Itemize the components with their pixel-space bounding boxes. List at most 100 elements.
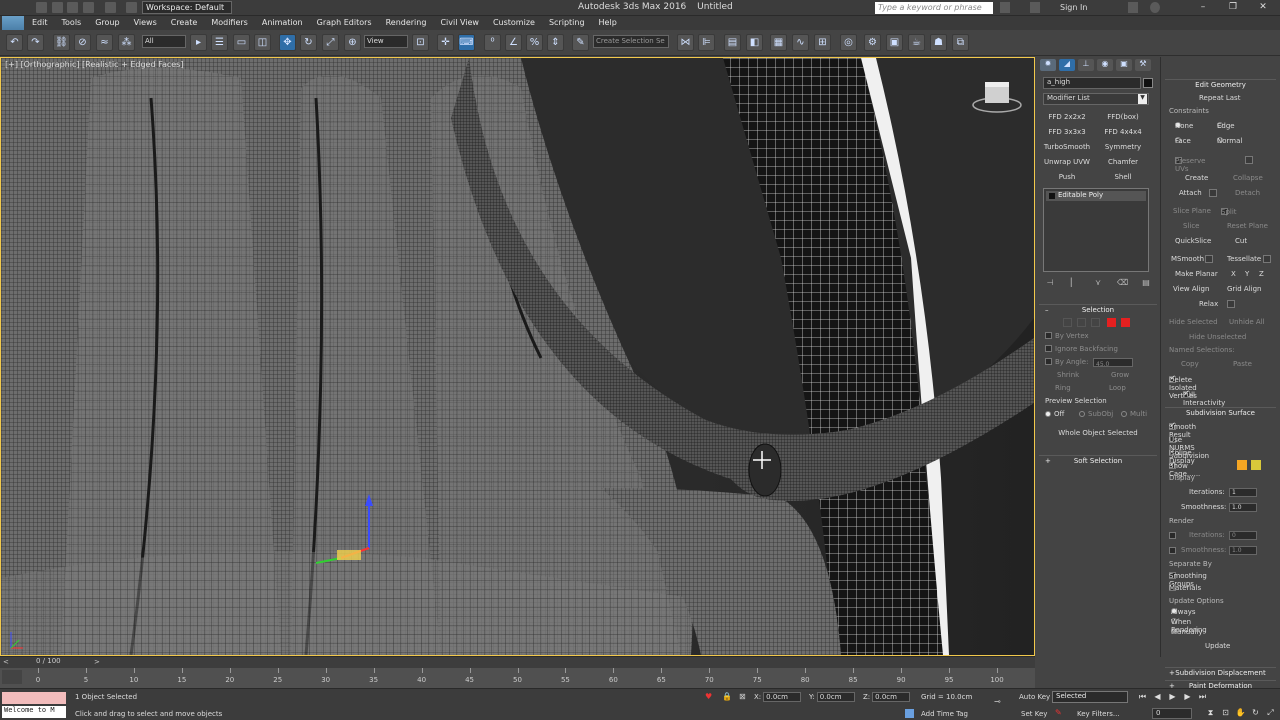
ignore-backfacing-checkbox[interactable]: Ignore Backfacing	[1045, 344, 1151, 355]
open-file-icon[interactable]	[52, 2, 63, 13]
time-slider-next-icon[interactable]: >	[94, 658, 102, 667]
viewport-scene[interactable]	[1, 58, 1034, 655]
select-and-rotate-icon[interactable]: ↻	[300, 34, 317, 51]
maxscript-listener-mini[interactable]	[2, 692, 66, 704]
planar-y-button[interactable]: Y	[1245, 270, 1249, 278]
by-angle-checkbox[interactable]: By Angle: 45.0	[1045, 357, 1151, 368]
msmooth-settings-icon[interactable]	[1205, 255, 1213, 263]
undo-icon[interactable]: ↶	[6, 34, 23, 51]
hierarchy-tab-icon[interactable]: ⊥	[1078, 59, 1094, 71]
tessellate-button[interactable]: Tessellate	[1227, 255, 1261, 263]
menu-rendering[interactable]: Rendering	[386, 18, 427, 27]
viewport-menu-plus[interactable]: [+]	[5, 60, 18, 69]
preview-off-radio[interactable]: Off	[1045, 410, 1064, 418]
display-iterations-spinner[interactable]: 1	[1229, 488, 1257, 497]
render-smoothness-spinner[interactable]: 1.0	[1229, 546, 1257, 555]
modifier-ffd-box-button[interactable]: FFD(box)	[1097, 111, 1149, 123]
viewport-point-of-view[interactable]: [Orthographic]	[21, 60, 80, 69]
selection-filter-dropdown[interactable]: All	[142, 35, 186, 48]
redo-icon[interactable]	[105, 2, 116, 13]
auto-key-button[interactable]: Auto Key	[1019, 693, 1050, 701]
time-slider-handle[interactable]: 0 / 100	[36, 657, 62, 668]
vertex-level-icon[interactable]	[1063, 318, 1072, 327]
track-bar[interactable]: 0 5 10 15 20 25 30 35 40 45 50 55 60 65 70 75 80 85 90 95 10…	[0, 668, 1035, 688]
hide-unselected-button[interactable]: Hide Unselected	[1189, 333, 1246, 341]
detach-button[interactable]: Detach	[1235, 189, 1260, 197]
display-tab-icon[interactable]: ▣	[1116, 59, 1132, 71]
border-level-icon[interactable]	[1091, 318, 1100, 327]
keyboard-shortcut-override-icon[interactable]: ⌨	[458, 34, 475, 51]
set-key-button[interactable]: Set Key	[1021, 710, 1047, 718]
save-file-icon[interactable]	[67, 2, 78, 13]
workspace-dropdown[interactable]: Workspace: Default	[142, 1, 232, 14]
menu-graph-editors[interactable]: Graph Editors	[317, 18, 372, 27]
modifier-chamfer-button[interactable]: Chamfer	[1097, 156, 1149, 168]
viewport-shading-mode[interactable]: [Realistic + Edged Faces]	[82, 60, 183, 69]
select-and-place-icon[interactable]: ⊕	[344, 34, 361, 51]
unlink-icon[interactable]: ⊘	[74, 34, 91, 51]
angle-snap-icon[interactable]: ∠	[505, 34, 522, 51]
time-configuration-icon[interactable]: ⧗	[1205, 708, 1216, 718]
make-unique-icon[interactable]: ⋎	[1093, 278, 1103, 288]
element-level-icon[interactable]	[1121, 318, 1130, 327]
preview-multi-radio[interactable]: Multi	[1121, 409, 1147, 420]
select-and-scale-icon[interactable]: ⤢	[322, 34, 339, 51]
subdivision-displacement-rollout-header[interactable]: + Subdivision Displacement	[1165, 667, 1276, 678]
attach-list-icon[interactable]	[1209, 189, 1217, 197]
go-to-start-icon[interactable]: ⏮	[1137, 692, 1148, 702]
render-setup-icon[interactable]: ⚙	[864, 34, 881, 51]
link-icon[interactable]: ⛓	[53, 34, 70, 51]
close-icon[interactable]: ✕	[1256, 2, 1270, 13]
render-iterations-spinner[interactable]: 0	[1229, 531, 1257, 540]
cage-color-swatch-2[interactable]	[1251, 460, 1261, 470]
bind-space-warp-icon[interactable]: ≈	[96, 34, 113, 51]
modifier-unwrap-uvw-button[interactable]: Unwrap UVW	[1041, 156, 1093, 168]
modifier-symmetry-button[interactable]: Symmetry	[1097, 141, 1149, 153]
cut-button[interactable]: Cut	[1235, 237, 1247, 245]
scene-explorer-icon[interactable]: ▤	[724, 34, 741, 51]
create-tab-icon[interactable]: ✹	[1040, 59, 1056, 71]
selection-set-dropdown[interactable]: Selected	[1052, 691, 1128, 703]
menu-modifiers[interactable]: Modifiers	[211, 18, 248, 27]
update-button[interactable]: Update	[1205, 642, 1230, 650]
relax-button[interactable]: Relax	[1199, 300, 1218, 308]
modifier-ffd-3x3x3-button[interactable]: FFD 3x3x3	[1041, 126, 1093, 138]
object-name-field[interactable]: a_high	[1043, 77, 1141, 89]
x-field[interactable]: 0.0cm	[763, 692, 802, 702]
quickslice-button[interactable]: QuickSlice	[1175, 237, 1211, 245]
cage-color-swatch-1[interactable]	[1237, 460, 1247, 470]
render-production-icon[interactable]: ☕	[908, 34, 925, 51]
shrink-button[interactable]: Shrink	[1057, 370, 1079, 381]
slice-button[interactable]: Slice	[1183, 222, 1200, 230]
sign-in-button[interactable]: Sign In	[1060, 3, 1087, 12]
menu-scripting[interactable]: Scripting	[549, 18, 585, 27]
edit-named-selection-icon[interactable]: ✎	[572, 34, 589, 51]
select-manipulate-icon[interactable]: ✛	[437, 34, 454, 51]
isolate-selection-icon[interactable]: ♥	[705, 692, 713, 702]
current-frame-field[interactable]: 0	[1152, 708, 1192, 719]
zoom-extents-icon[interactable]: ⊡	[1220, 708, 1231, 718]
menu-create[interactable]: Create	[171, 18, 198, 27]
favorites-icon[interactable]	[1030, 2, 1040, 13]
tessellate-settings-icon[interactable]	[1263, 255, 1271, 263]
object-color-swatch[interactable]	[1143, 78, 1153, 88]
search-icon[interactable]	[1000, 2, 1010, 13]
time-slider-prev-icon[interactable]: <	[3, 658, 11, 667]
menu-views[interactable]: Views	[134, 18, 157, 27]
material-editor-icon[interactable]: ◎	[840, 34, 857, 51]
play-icon[interactable]: ▶	[1167, 692, 1178, 702]
selection-filter-icon[interactable]: ⁂	[118, 34, 135, 51]
key-filters-button[interactable]: Key Filters...	[1077, 710, 1120, 718]
help-icon[interactable]	[1150, 2, 1160, 13]
spinner-snap-icon[interactable]: ⇕	[547, 34, 564, 51]
menu-civil-view[interactable]: Civil View	[440, 18, 479, 27]
planar-z-button[interactable]: Z	[1259, 270, 1264, 278]
menu-group[interactable]: Group	[95, 18, 119, 27]
msmooth-button[interactable]: MSmooth	[1171, 255, 1204, 263]
edge-level-icon[interactable]	[1077, 318, 1086, 327]
y-field[interactable]: 0.0cm	[816, 692, 855, 702]
reference-coordinate-dropdown[interactable]: View	[364, 35, 408, 48]
exchange-icon[interactable]	[1128, 2, 1138, 13]
add-time-tag-button[interactable]: Add Time Tag	[921, 710, 968, 718]
previous-frame-icon[interactable]: ◀	[1152, 692, 1163, 702]
